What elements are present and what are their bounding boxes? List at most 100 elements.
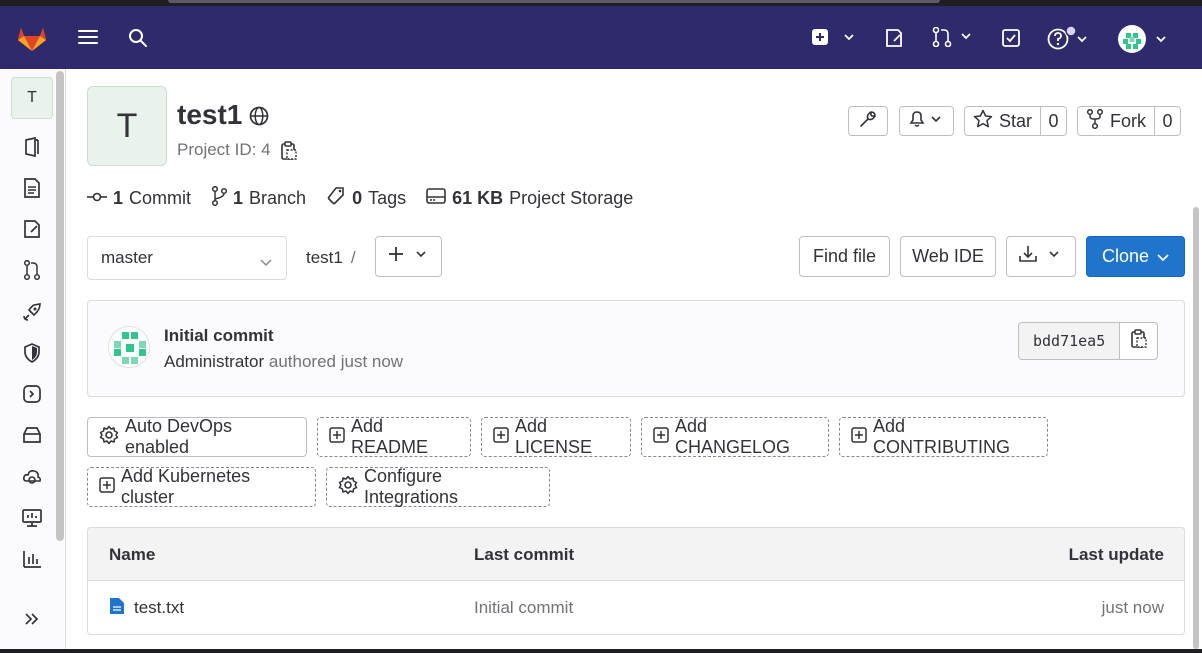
sidebar-project-avatar[interactable]: T [11,77,53,119]
commit-sha[interactable]: bdd71ea5 [1019,323,1119,359]
sidebar-scrollbar[interactable] [56,71,64,541]
issues-icon[interactable] [884,28,904,48]
search-icon[interactable] [128,28,148,48]
plus-square-icon [653,426,669,448]
plus-icon [387,245,431,268]
download-icon [1018,244,1064,269]
menu-icon[interactable] [78,28,98,46]
storage-icon [426,187,446,210]
sidebar-item-security[interactable] [20,341,44,365]
branch-selector[interactable]: master [87,236,287,280]
add-contributing-button[interactable]: Add CONTRIBUTING [839,416,1048,457]
sidebar-item-packages[interactable] [20,423,44,447]
todo-icon[interactable] [1001,28,1021,48]
fork-label: Fork [1110,110,1146,131]
sidebar-item-monitor[interactable] [20,506,44,530]
settings-button[interactable] [848,106,888,136]
breadcrumb-separator: / [350,248,356,267]
sidebar-item-infrastructure[interactable] [20,465,44,489]
sidebar-item-repository[interactable] [20,176,44,200]
commit-author-name[interactable]: Administrator [164,352,264,371]
table-row[interactable]: test.txt Initial commit just now [88,581,1184,634]
bell-icon [907,109,947,134]
commit-sha-group: bdd71ea5 [1018,322,1159,360]
user-avatar[interactable] [1117,24,1169,54]
add-kubernetes-cluster-button[interactable]: Add Kubernetes cluster [87,466,316,507]
breadcrumb: test1 / [306,248,356,268]
fork-count[interactable]: 0 [1154,107,1180,135]
main-scrollbar[interactable] [1193,207,1199,649]
merge-request-icon[interactable] [932,27,976,47]
tags-label: Tags [368,188,407,208]
commits-label: Commit [129,188,192,208]
star-button[interactable]: Star 0 [964,106,1068,136]
copy-project-id-icon[interactable] [280,141,298,166]
fork-button[interactable]: Fork 0 [1077,106,1181,136]
main-content: T test1 Project ID: 4 Star 0 Fork 0 1 Co… [66,69,1202,649]
sidebar-item-ci-cd[interactable] [20,300,44,324]
branch-icon [211,185,228,211]
commit-author-avatar[interactable] [108,326,150,368]
clone-button[interactable]: Clone [1086,236,1185,277]
sidebar-item-deployments[interactable] [20,382,44,406]
add-readme-button[interactable]: Add README [317,416,471,457]
commit-icon [87,188,107,209]
gear-icon [338,475,358,500]
commit-title[interactable]: Initial commit [164,326,274,346]
column-header-last-commit: Last commit [474,545,575,564]
commits-stat[interactable]: 1 Commit [87,188,191,209]
help-icon[interactable] [1046,25,1092,51]
download-button[interactable] [1006,236,1076,277]
configure-integrations-label: Configure Integrations [364,466,459,507]
sidebar-item-project-overview[interactable] [20,135,44,159]
tags-count: 0 [352,188,363,208]
sidebar-item-issues[interactable] [20,217,44,241]
copy-sha-button[interactable] [1119,323,1158,359]
plus-square-icon [851,426,867,448]
storage-stat[interactable]: 61 KB Project Storage [426,187,633,210]
create-new-button[interactable] [811,28,855,46]
branches-stat[interactable]: 1 Branch [211,185,306,211]
star-count[interactable]: 0 [1040,107,1066,135]
sidebar-item-merge-requests[interactable] [20,258,44,282]
file-name[interactable]: test.txt [134,598,184,618]
expand-sidebar-icon[interactable] [20,607,44,631]
commit-author: Administrator authored just now [164,352,403,372]
tags-stat[interactable]: 0 Tags [326,186,406,211]
find-file-button[interactable]: Find file [799,236,890,277]
left-sidebar: T [0,69,66,649]
star-icon [973,109,993,134]
auto-devops-label: Auto DevOps enabled [125,416,233,457]
add-license-button[interactable]: Add LICENSE [481,416,631,457]
add-license-label: Add LICENSE [515,416,593,457]
tag-icon [326,186,346,211]
notifications-button[interactable] [899,106,954,136]
column-header-name: Name [109,545,156,564]
plus-square-icon [493,426,509,448]
add-contributing-label: Add CONTRIBUTING [873,416,1010,457]
web-ide-button[interactable]: Web IDE [900,236,996,277]
sidebar-item-analytics[interactable] [20,547,44,571]
file-icon [109,597,125,620]
wrench-icon [859,110,877,133]
add-kubernetes-label: Add Kubernetes cluster [121,466,251,507]
browser-tab-bar [168,0,940,3]
gitlab-logo-icon[interactable] [16,22,48,52]
commit-authored-time: authored just now [268,352,404,371]
gear-icon [99,425,119,450]
page-title: test1 [177,99,243,130]
bottom-strip [0,649,1202,653]
add-changelog-button[interactable]: Add CHANGELOG [641,416,829,457]
chevron-down-icon [260,252,272,272]
file-last-commit[interactable]: Initial commit [474,598,573,618]
add-changelog-label: Add CHANGELOG [675,416,791,457]
copy-icon [1130,328,1148,354]
auto-devops-button[interactable]: Auto DevOps enabled [87,416,307,457]
add-readme-label: Add README [351,416,429,457]
branch-name: master [101,248,153,267]
storage-size: 61 KB [452,188,504,208]
configure-integrations-button[interactable]: Configure Integrations [326,466,550,507]
add-to-tree-button[interactable] [375,236,442,277]
breadcrumb-root[interactable]: test1 [306,248,343,267]
column-header-last-update: Last update [1068,545,1164,564]
